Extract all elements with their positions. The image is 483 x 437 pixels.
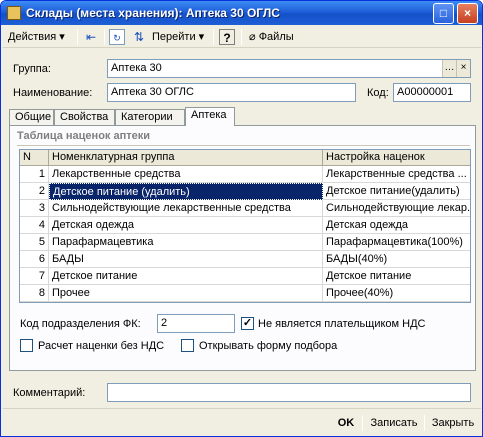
cell-n: 8 xyxy=(20,285,49,302)
toolbar: Действия ▾ ⇤ ↻ ⇅ Перейти ▾ ? ⌀ Файлы xyxy=(3,26,481,48)
maximize-button[interactable]: □ xyxy=(433,3,454,24)
cell-markup[interactable]: Детская одежда xyxy=(323,217,470,234)
close-button[interactable]: Закрыть xyxy=(428,414,478,433)
markup-no-vat-label: Расчет наценки без НДС xyxy=(38,340,165,352)
pharmacy-tab-panel: Таблица наценок аптеки N Номенклатурная … xyxy=(9,125,476,371)
app-icon xyxy=(7,6,21,20)
goto-menu[interactable]: Перейти ▾ xyxy=(152,28,204,46)
cell-markup[interactable]: БАДЫ(40%) xyxy=(323,251,470,268)
select-button[interactable]: … xyxy=(442,60,456,77)
toolbar-separator xyxy=(77,29,78,45)
toolbar-separator xyxy=(104,29,105,45)
tab-pharmacy[interactable]: Аптека xyxy=(185,107,235,126)
fk-code-value: 2 xyxy=(161,317,168,329)
open-selection-label: Открывать форму подбора xyxy=(199,340,338,352)
tab-properties[interactable]: Свойства xyxy=(54,109,115,126)
name-label: Наименование: xyxy=(13,87,93,99)
bottom-button-bar: OK Записать Закрыть xyxy=(3,411,481,435)
ok-button[interactable]: OK xyxy=(333,414,359,433)
column-header-group[interactable]: Номенклатурная группа xyxy=(49,150,323,166)
table-row[interactable]: 7 Детское питание Детское питание xyxy=(20,268,470,285)
back-arrow-icon[interactable]: ⇤ xyxy=(83,29,99,45)
table-row[interactable]: 3 Сильнодействующие лекарственные средст… xyxy=(20,200,470,217)
column-header-n[interactable]: N xyxy=(20,150,49,166)
code-label: Код: xyxy=(367,87,389,99)
comment-field[interactable] xyxy=(107,383,471,402)
not-vat-checkbox[interactable]: ✓ xyxy=(241,317,254,330)
cell-n: 4 xyxy=(20,217,49,234)
cell-group[interactable]: Сильнодействующие лекарственные средства xyxy=(49,200,323,217)
cell-n: 7 xyxy=(20,268,49,285)
cell-markup[interactable]: Детское питание xyxy=(323,268,470,285)
table-row[interactable]: 5 Парафармацевтика Парафармацевтика(100%… xyxy=(20,234,470,251)
cell-n: 5 xyxy=(20,234,49,251)
structure-icon[interactable]: ⇅ xyxy=(131,29,147,45)
title-bar[interactable]: Склады (места хранения): Аптека 30 ОГЛС … xyxy=(1,1,482,25)
cell-markup[interactable]: Парафармацевтика(100%) xyxy=(323,234,470,251)
section-title: Таблица наценок аптеки xyxy=(17,130,151,142)
cell-markup[interactable]: Детское питание(удалить) xyxy=(323,183,470,200)
bottom-divider xyxy=(3,408,481,409)
table-row[interactable]: 6 БАДЫ БАДЫ(40%) xyxy=(20,251,470,268)
section-divider xyxy=(17,145,470,146)
name-value: Аптека 30 ОГЛС xyxy=(111,86,194,98)
button-separator xyxy=(424,415,425,431)
help-button[interactable]: ? xyxy=(219,29,235,45)
column-header-markup[interactable]: Настройка наценок xyxy=(323,150,470,166)
cell-group[interactable]: БАДЫ xyxy=(49,251,323,268)
dropdown-arrow-icon: ▾ xyxy=(198,31,205,43)
table-header: N Номенклатурная группа Настройка нацено… xyxy=(20,150,470,166)
actions-menu[interactable]: Действия ▾ xyxy=(8,28,65,46)
table-row[interactable]: 4 Детская одежда Детская одежда xyxy=(20,217,470,234)
tab-general[interactable]: Общие xyxy=(9,109,54,126)
save-button[interactable]: Записать xyxy=(366,414,422,433)
paperclip-icon: ⌀ xyxy=(249,31,256,43)
cell-markup[interactable]: Лекарственные средства ... xyxy=(323,166,470,183)
cell-markup[interactable]: Прочее(40%) xyxy=(323,285,470,302)
actions-menu-label: Действия xyxy=(8,31,57,43)
table-row-selected[interactable]: 2 Детское питание (удалить) Детское пита… xyxy=(20,183,470,200)
group-value: Аптека 30 xyxy=(111,62,162,74)
cell-n: 6 xyxy=(20,251,49,268)
cell-group[interactable]: Детская одежда xyxy=(49,217,323,234)
fk-code-field[interactable]: 2 xyxy=(157,314,235,333)
cell-n: 3 xyxy=(20,200,49,217)
group-label: Группа: xyxy=(13,63,51,75)
table-row[interactable]: 8 Прочее Прочее(40%) xyxy=(20,285,470,302)
cell-group[interactable]: Детское питание xyxy=(49,268,323,285)
cell-n: 1 xyxy=(20,166,49,183)
code-field[interactable]: А00000001 xyxy=(393,83,471,102)
table-row[interactable]: 1 Лекарственные средства Лекарственные с… xyxy=(20,166,470,183)
markup-table[interactable]: N Номенклатурная группа Настройка нацено… xyxy=(19,149,471,303)
code-value: А00000001 xyxy=(397,86,454,98)
comment-label: Комментарий: xyxy=(13,387,86,399)
cell-group[interactable]: Детское питание (удалить) xyxy=(49,183,323,200)
group-field[interactable]: Аптека 30 … × xyxy=(107,59,471,78)
name-field[interactable]: Аптека 30 ОГЛС xyxy=(107,83,356,102)
cell-n: 2 xyxy=(20,183,49,200)
toolbar-separator xyxy=(241,29,242,45)
window-title: Склады (места хранения): Аптека 30 ОГЛС xyxy=(26,6,280,20)
refresh-icon[interactable]: ↻ xyxy=(109,29,125,45)
fk-code-label: Код подразделения ФК: xyxy=(20,318,141,330)
dropdown-arrow-icon: ▾ xyxy=(59,31,65,43)
cell-group[interactable]: Парафармацевтика xyxy=(49,234,323,251)
files-button[interactable]: ⌀ Файлы xyxy=(249,28,294,46)
cell-group[interactable]: Прочее xyxy=(49,285,323,302)
files-label: Файлы xyxy=(258,31,294,43)
not-vat-label: Не является плательщиком НДС xyxy=(258,318,426,330)
toolbar-separator xyxy=(213,29,214,45)
close-window-button[interactable]: × xyxy=(457,3,478,24)
tab-categories[interactable]: Категории xyxy=(115,109,185,126)
goto-menu-label: Перейти xyxy=(152,31,196,43)
open-selection-checkbox[interactable] xyxy=(181,339,194,352)
markup-no-vat-checkbox[interactable] xyxy=(20,339,33,352)
warehouse-form-window: Склады (места хранения): Аптека 30 ОГЛС … xyxy=(0,0,483,437)
clear-x-icon[interactable]: × xyxy=(456,60,470,77)
cell-group[interactable]: Лекарственные средства xyxy=(49,166,323,183)
cell-markup[interactable]: Сильнодействующие лекар... xyxy=(323,200,470,217)
button-separator xyxy=(362,415,363,431)
